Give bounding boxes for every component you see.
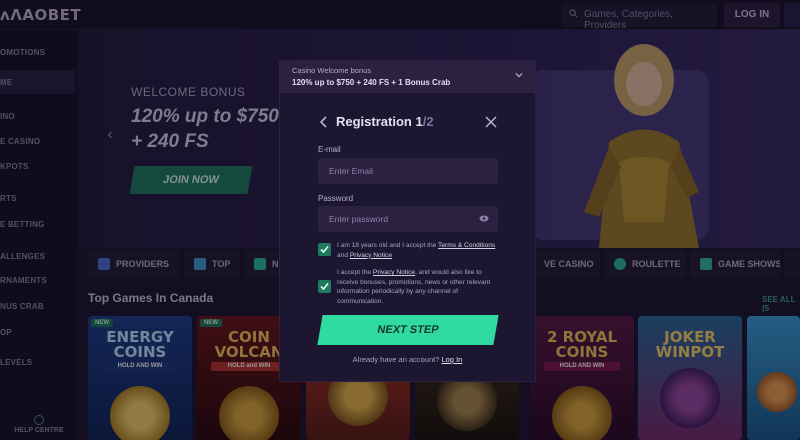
email-field[interactable]: Enter Email <box>318 158 498 184</box>
chevron-down-icon <box>515 72 523 78</box>
password-placeholder: Enter password <box>329 214 389 224</box>
eye-icon[interactable] <box>479 215 489 222</box>
check-icon <box>320 245 329 254</box>
check-icon <box>320 282 329 291</box>
consent1-text-a: I am 18 years old and I accept the <box>337 242 439 249</box>
modal-title: Registration 1/2 <box>336 114 434 129</box>
consent1-text-b: and <box>337 251 350 259</box>
modal-step: 1 <box>415 114 423 129</box>
email-label: E-mail <box>318 145 341 154</box>
consent2-text-a: I accept the <box>337 269 373 276</box>
privacy-notice-link-2[interactable]: Privacy Notice <box>373 269 415 276</box>
next-step-button[interactable]: NEXT STEP <box>317 315 499 345</box>
modal-title-text: Registration <box>336 114 412 129</box>
terms-link[interactable]: Terms & Conditions <box>438 242 495 249</box>
already-account-text: Already have an account? Log In <box>280 355 535 364</box>
registration-modal: Casino Welcome bonus 120% up to $750 + 2… <box>279 60 536 382</box>
login-link[interactable]: Log In <box>441 355 462 364</box>
modal-step-total: /2 <box>422 114 434 129</box>
chevron-left-icon[interactable] <box>318 115 330 129</box>
marketing-checkbox[interactable] <box>318 280 331 293</box>
age-terms-text: I am 18 years old and I accept the Terms… <box>337 241 502 260</box>
password-label: Password <box>318 194 354 203</box>
close-icon[interactable] <box>485 116 497 128</box>
age-terms-checkbox[interactable] <box>318 243 331 256</box>
email-placeholder: Enter Email <box>329 166 373 176</box>
marketing-text: I accept the Privacy Notice, and would a… <box>337 268 502 306</box>
already-text: Already have an account? <box>352 355 442 364</box>
bonus-dropdown[interactable]: Casino Welcome bonus 120% up to $750 + 2… <box>280 61 535 93</box>
password-field[interactable]: Enter password <box>318 206 498 232</box>
bonus-offer: 120% up to $750 + 240 FS + 1 Bonus Crab <box>292 78 451 87</box>
privacy-notice-link[interactable]: Privacy Notice <box>350 252 392 259</box>
bonus-caption: Casino Welcome bonus <box>292 66 372 75</box>
